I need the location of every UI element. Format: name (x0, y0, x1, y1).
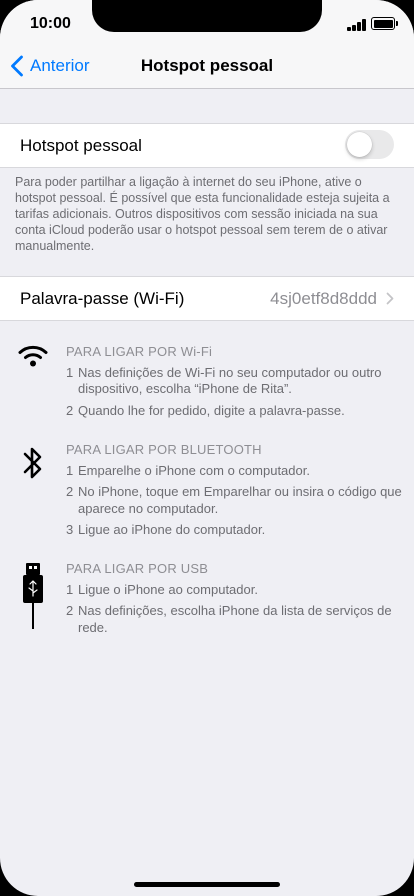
bluetooth-instructions-text: PARA LIGAR POR BLUETOOTH 1 Emparelhe o i… (66, 442, 402, 544)
instruction-step: 2 No iPhone, toque em Emparelhar ou insi… (66, 484, 402, 517)
notch (92, 0, 322, 32)
home-indicator[interactable] (134, 882, 280, 887)
instruction-step: 2 Quando lhe for pedido, digite a palavr… (66, 403, 402, 420)
wifi-icon (14, 344, 52, 368)
instruction-heading: PARA LIGAR POR USB (66, 561, 209, 576)
hotspot-row: Hotspot pessoal (0, 123, 414, 168)
cellular-signal-icon (347, 19, 367, 31)
step-text: Nas definições de Wi-Fi no seu computado… (78, 364, 382, 397)
battery-icon (371, 17, 398, 30)
status-bar: 10:00 (0, 0, 414, 44)
step-number: 1 (66, 462, 74, 478)
step-number: 1 (66, 581, 74, 597)
toggle-knob (347, 132, 372, 157)
step-text: No iPhone, toque em Emparelhar ou insira… (78, 484, 402, 516)
usb-cable-icon (14, 563, 52, 629)
step-text: Quando lhe for pedido, digite a palavra-… (78, 402, 345, 418)
step-number: 2 (66, 402, 74, 418)
usb-instructions-text: PARA LIGAR POR USB 1 Ligue o iPhone ao c… (66, 561, 402, 641)
wifi-password-label: Palavra-passe (Wi-Fi) (20, 289, 185, 308)
chevron-right-icon (386, 292, 394, 305)
hotspot-label: Hotspot pessoal (20, 136, 142, 155)
step-number: 3 (66, 522, 74, 537)
instruction-step: 1 Nas definições de Wi-Fi no seu computa… (66, 365, 402, 398)
step-text: Ligue o iPhone ao computador. (78, 581, 258, 597)
instruction-step: 2 Nas definições, escolha iPhone da list… (66, 603, 402, 636)
step-number: 1 (66, 364, 74, 380)
step-number: 2 (66, 603, 74, 618)
instruction-step: 1 Emparelhe o iPhone com o computador. (66, 463, 402, 480)
instruction-step: 3 Ligue ao iPhone do computador. (66, 522, 402, 539)
hotspot-description: Para poder partilhar a ligação à interne… (15, 175, 390, 253)
bluetooth-icon (14, 444, 52, 482)
step-text: Nas definições, escolha iPhone da lista … (78, 603, 392, 635)
step-number: 2 (66, 484, 74, 499)
step-text: Emparelhe o iPhone com o computador. (78, 462, 310, 478)
status-time: 10:00 (30, 15, 71, 32)
wifi-password-value: 4sj0etf8d8ddd (270, 289, 377, 308)
wifi-password-row[interactable]: Palavra-passe (Wi-Fi) 4sj0etf8d8ddd (0, 276, 414, 321)
wifi-instructions-text: PARA LIGAR POR Wi-Fi 1 Nas definições de… (66, 344, 402, 424)
step-text: Ligue ao iPhone do computador. (78, 522, 266, 537)
instruction-heading: PARA LIGAR POR Wi-Fi (66, 344, 213, 359)
phone-screen: 10:00 Anterior Hotspot pessoal Hotspot p… (0, 0, 414, 896)
navigation-bar: Anterior Hotspot pessoal (0, 44, 414, 89)
hotspot-toggle[interactable] (345, 130, 394, 159)
page-title: Hotspot pessoal (140, 56, 274, 75)
instruction-step: 1 Ligue o iPhone ao computador. (66, 582, 402, 599)
instruction-heading: PARA LIGAR POR BLUETOOTH (66, 442, 262, 457)
